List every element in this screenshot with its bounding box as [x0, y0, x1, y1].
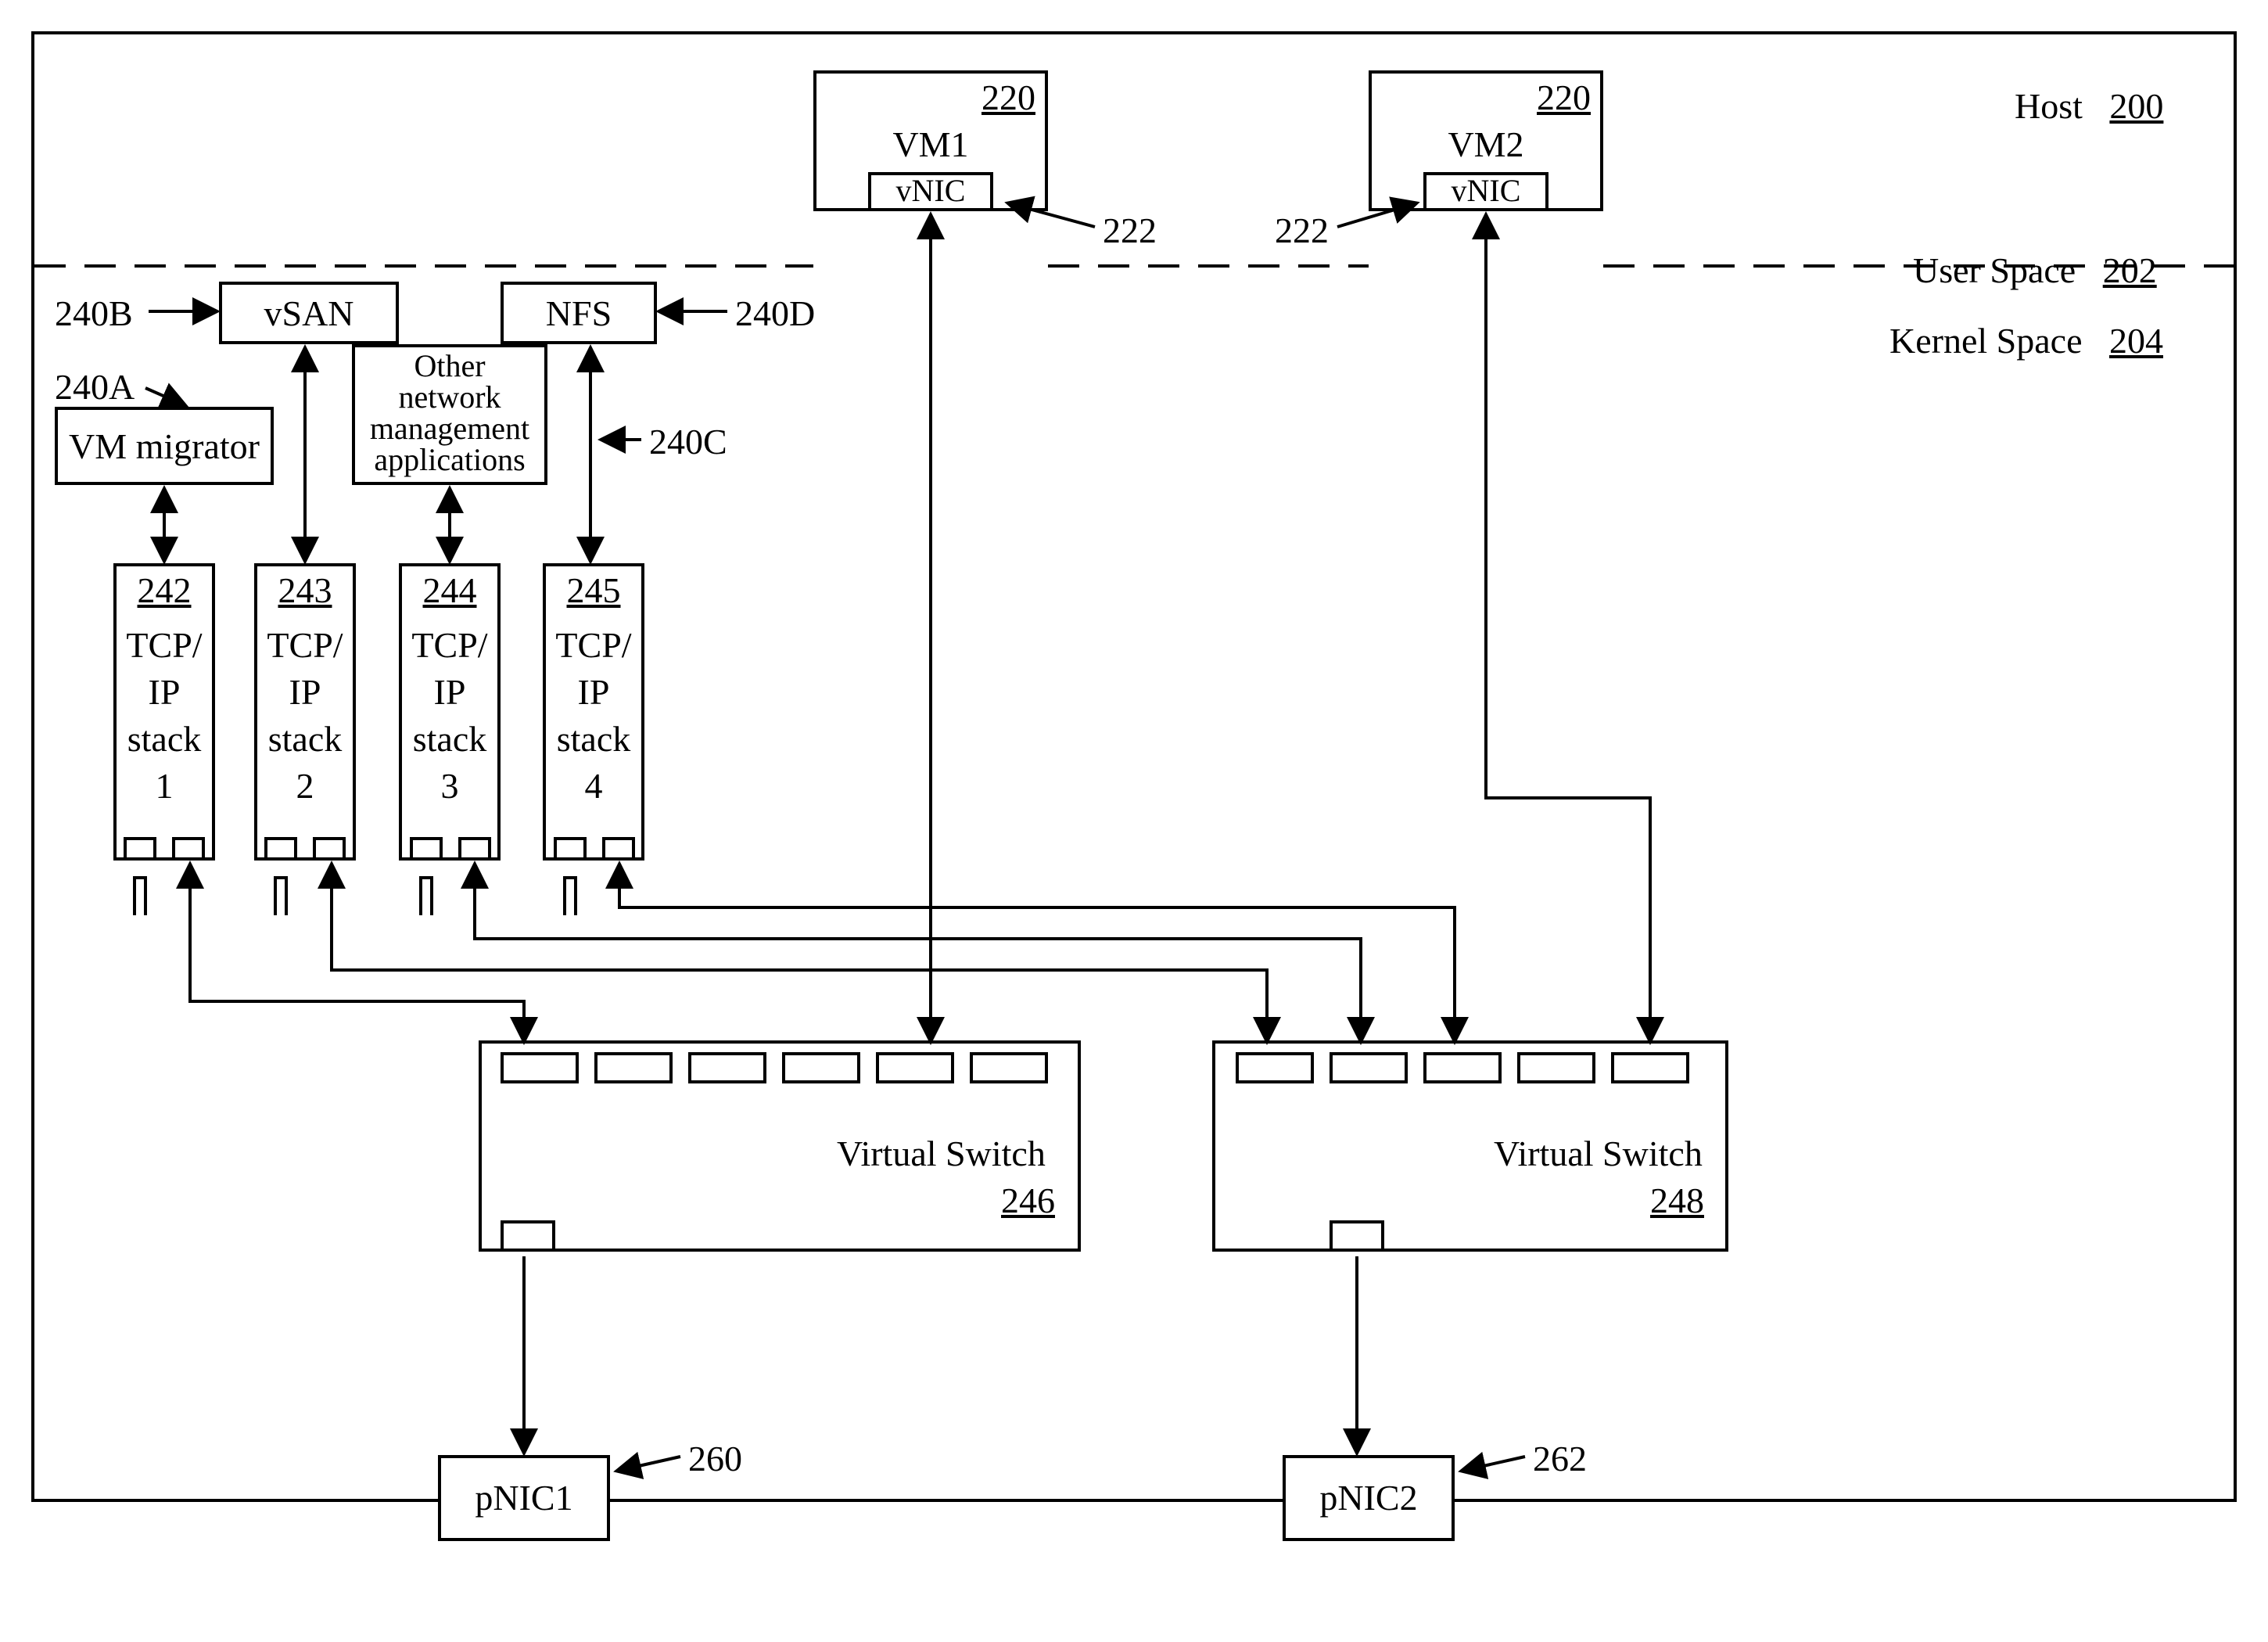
vm-migrator-label: VM migrator [55, 427, 274, 467]
vs1-port-4 [782, 1052, 860, 1083]
vm2-ref: 220 [1537, 78, 1591, 118]
stack2-port-r [313, 837, 346, 861]
ref-262: 262 [1533, 1439, 1587, 1479]
stack4-l2: IP [543, 673, 644, 713]
host-label: Host 200 [1979, 47, 2163, 166]
stack3-port-l [410, 837, 443, 861]
stack2-ref: 243 [254, 571, 356, 611]
stack4-l4: 4 [543, 767, 644, 807]
stack4-l1: TCP/ [543, 626, 644, 666]
ref-240C: 240C [649, 422, 727, 462]
vs1-port-2 [594, 1052, 673, 1083]
ref-240A: 240A [55, 368, 135, 408]
stack2-stub [274, 876, 288, 915]
vs2-port-5 [1611, 1052, 1689, 1083]
vm2-vnic-label: vNIC [1423, 174, 1548, 208]
vs2-bport [1330, 1220, 1384, 1252]
vs1-port-3 [688, 1052, 766, 1083]
stack3-l4: 3 [399, 767, 501, 807]
stack2-l2: IP [254, 673, 356, 713]
other-apps-l4: applications [352, 443, 547, 477]
diagram-canvas: Host 200 User Space 202 Kernel Space 204… [0, 0, 2268, 1642]
stack1-port-r [172, 837, 205, 861]
kernel-space-label: Kernel Space 204 [1854, 282, 2163, 401]
stack1-l3: stack [113, 720, 215, 760]
stack3-l2: IP [399, 673, 501, 713]
ref-260: 260 [688, 1439, 742, 1479]
pnic1-label: pNIC1 [438, 1479, 610, 1518]
pnic2-label: pNIC2 [1283, 1479, 1455, 1518]
vm1-vnic-label: vNIC [868, 174, 993, 208]
other-apps-l3: management [352, 411, 547, 446]
vs1-port-1 [501, 1052, 579, 1083]
vs1-port-6 [970, 1052, 1048, 1083]
stack3-stub [419, 876, 433, 915]
stack3-l1: TCP/ [399, 626, 501, 666]
stack4-l3: stack [543, 720, 644, 760]
nfs-label: NFS [501, 294, 657, 334]
vs2-port-3 [1423, 1052, 1502, 1083]
stack3-port-r [458, 837, 491, 861]
stack2-port-l [264, 837, 297, 861]
vm2-label: VM2 [1439, 125, 1533, 165]
vswitch2-ref: 248 [1650, 1181, 1704, 1221]
stack1-l1: TCP/ [113, 626, 215, 666]
stack4-port-r [602, 837, 635, 861]
vswitch2-label: Virtual Switch [1494, 1134, 1703, 1174]
vsan-label: vSAN [219, 294, 399, 334]
stack1-l2: IP [113, 673, 215, 713]
other-apps-l2: network [352, 380, 547, 415]
stack4-ref: 245 [543, 571, 644, 611]
vs1-port-5 [876, 1052, 954, 1083]
vnic-ref-left: 222 [1103, 211, 1157, 251]
stack4-stub [563, 876, 577, 915]
stack2-l3: stack [254, 720, 356, 760]
vnic-ref-right: 222 [1275, 211, 1329, 251]
vm1-ref: 220 [981, 78, 1035, 118]
stack3-l3: stack [399, 720, 501, 760]
vm1-label: VM1 [884, 125, 978, 165]
stack3-ref: 244 [399, 571, 501, 611]
stack4-port-l [554, 837, 587, 861]
other-apps-l1: Other [352, 349, 547, 383]
stack2-l1: TCP/ [254, 626, 356, 666]
stack1-l4: 1 [113, 767, 215, 807]
ref-240B: 240B [55, 294, 133, 334]
ref-240D: 240D [735, 294, 815, 334]
vs2-port-4 [1517, 1052, 1595, 1083]
stack1-stub [133, 876, 147, 915]
vs2-port-2 [1330, 1052, 1408, 1083]
vs2-port-1 [1236, 1052, 1314, 1083]
stack1-ref: 242 [113, 571, 215, 611]
vs1-bport [501, 1220, 555, 1252]
vswitch1-label: Virtual Switch [837, 1134, 1046, 1174]
vswitch1-ref: 246 [1001, 1181, 1055, 1221]
stack2-l4: 2 [254, 767, 356, 807]
stack1-port-l [124, 837, 156, 861]
